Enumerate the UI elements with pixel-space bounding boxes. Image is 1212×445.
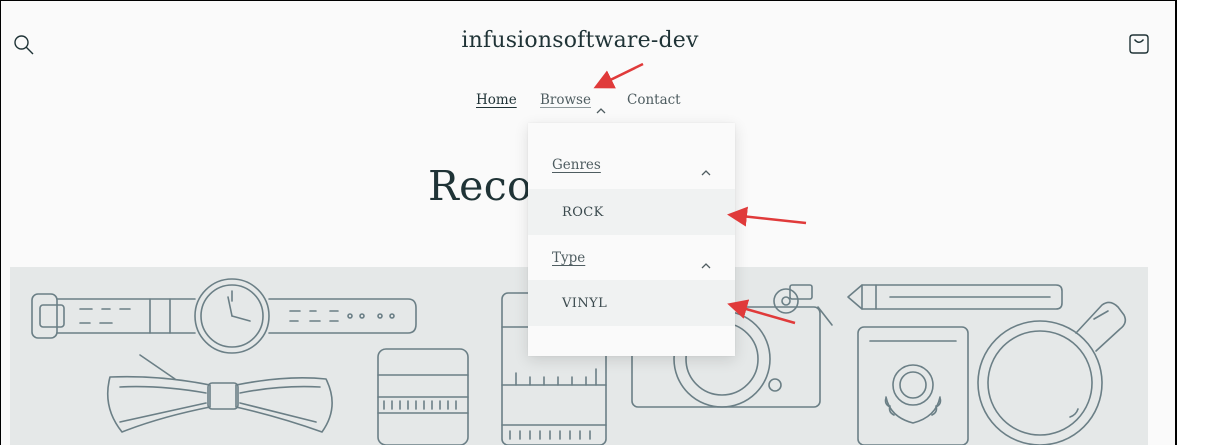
watch-illustration: [31, 278, 417, 354]
right-gutter: [1177, 0, 1212, 445]
annotation-arrow-browse: [593, 62, 644, 89]
pencil-illustration: [847, 284, 1063, 310]
nav-item-browse[interactable]: Browse: [540, 92, 591, 108]
browse-dropdown-menu: Genres ROCK Type VINYL: [528, 123, 735, 356]
annotation-arrow-rock: [727, 206, 807, 227]
chevron-up-icon[interactable]: [596, 99, 606, 114]
dropdown-section-genres[interactable]: Genres: [528, 144, 735, 184]
dropdown-item-label: ROCK: [562, 205, 604, 220]
nav-item-home[interactable]: Home: [476, 92, 517, 108]
passport-illustration: [857, 326, 969, 445]
frame-border-left: [0, 0, 1, 445]
chevron-up-icon: [701, 161, 711, 176]
mug-illustration: [977, 301, 1127, 445]
store-name[interactable]: infusionsoftware-dev: [0, 28, 1160, 53]
lens-illustration: [377, 348, 469, 445]
dropdown-section-type[interactable]: Type: [528, 237, 735, 277]
dropdown-section-label: Genres: [552, 157, 601, 173]
dropdown-item-vinyl[interactable]: VINYL: [528, 280, 735, 326]
cart-icon[interactable]: [1126, 31, 1152, 57]
bowtie-illustration: [106, 354, 333, 433]
dropdown-item-rock[interactable]: ROCK: [528, 189, 735, 235]
chevron-up-icon: [701, 254, 711, 269]
dropdown-item-label: VINYL: [562, 296, 608, 311]
frame-border-top: [0, 0, 1177, 1]
dropdown-section-label: Type: [552, 250, 586, 266]
main-nav: Home Browse Contact: [0, 92, 1160, 114]
nav-item-contact[interactable]: Contact: [627, 92, 681, 108]
